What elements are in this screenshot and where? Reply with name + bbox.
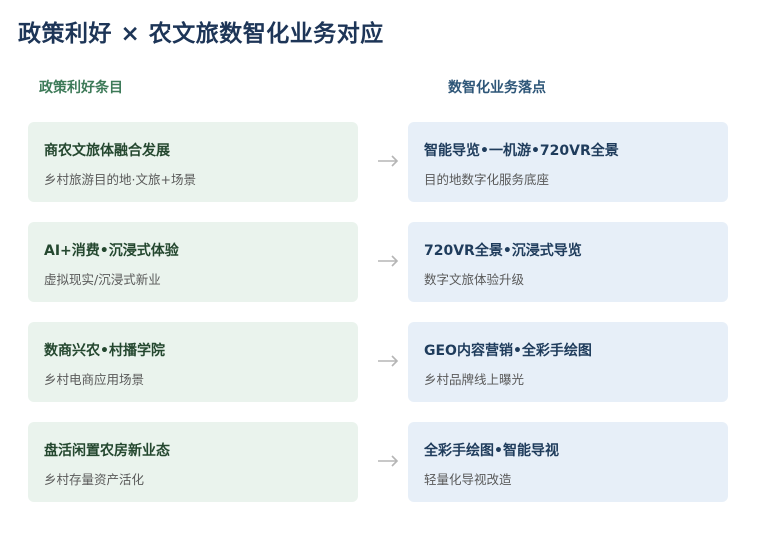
policy-subtitle: 虚拟现实/沉浸式新业 [44, 272, 161, 287]
policy-card: AI+消费•沉浸式体验 虚拟现实/沉浸式新业 [28, 222, 358, 302]
policy-title: 数商兴农•村播学院 [44, 343, 165, 359]
policy-subtitle: 乡村电商应用场景 [44, 372, 145, 387]
policy-title: AI+消费•沉浸式体验 [44, 243, 179, 259]
policy-subtitle: 乡村旅游目的地·文旅+场景 [44, 172, 196, 187]
mapping-row: 数商兴农•村播学院 乡村电商应用场景 GEO内容营销•全彩手绘图 乡村品牌线上曝… [28, 322, 728, 402]
business-card: 全彩手绘图•智能导视 轻量化导视改造 [408, 422, 728, 502]
business-card: 720VR全景•沉浸式导览 数字文旅体验升级 [408, 222, 728, 302]
business-title: GEO内容营销•全彩手绘图 [424, 343, 592, 359]
policy-subtitle: 乡村存量资产活化 [44, 472, 145, 487]
right-arrow-icon [378, 455, 399, 467]
policy-title: 商农文旅体融合发展 [44, 143, 170, 159]
mapping-row: 商农文旅体融合发展 乡村旅游目的地·文旅+场景 智能导览•一机游•720VR全景… [28, 122, 728, 202]
business-card: 智能导览•一机游•720VR全景 目的地数字化服务底座 [408, 122, 728, 202]
right-arrow-icon [378, 155, 399, 167]
mapping-row: 盘活闲置农房新业态 乡村存量资产活化 全彩手绘图•智能导视 轻量化导视改造 [28, 422, 728, 502]
business-title: 智能导览•一机游•720VR全景 [424, 143, 619, 159]
right-arrow-icon [378, 255, 399, 267]
business-subtitle: 乡村品牌线上曝光 [424, 372, 525, 387]
business-title: 720VR全景•沉浸式导览 [424, 243, 582, 259]
business-subtitle: 轻量化导视改造 [424, 472, 512, 487]
business-subtitle: 数字文旅体验升级 [424, 272, 525, 287]
mapping-rows: 商农文旅体融合发展 乡村旅游目的地·文旅+场景 智能导览•一机游•720VR全景… [28, 122, 728, 522]
page-title: 政策利好 × 农文旅数智化业务对应 [18, 21, 384, 47]
mapping-row: AI+消费•沉浸式体验 虚拟现实/沉浸式新业 720VR全景•沉浸式导览 数字文… [28, 222, 728, 302]
policy-card: 数商兴农•村播学院 乡村电商应用场景 [28, 322, 358, 402]
business-title: 全彩手绘图•智能导视 [424, 443, 559, 459]
business-subtitle: 目的地数字化服务底座 [424, 172, 550, 187]
policy-column-header: 政策利好条目 [39, 80, 123, 96]
right-arrow-icon [378, 355, 399, 367]
policy-card: 盘活闲置农房新业态 乡村存量资产活化 [28, 422, 358, 502]
business-card: GEO内容营销•全彩手绘图 乡村品牌线上曝光 [408, 322, 728, 402]
policy-title: 盘活闲置农房新业态 [44, 443, 170, 459]
business-column-header: 数智化业务落点 [448, 80, 546, 96]
policy-card: 商农文旅体融合发展 乡村旅游目的地·文旅+场景 [28, 122, 358, 202]
